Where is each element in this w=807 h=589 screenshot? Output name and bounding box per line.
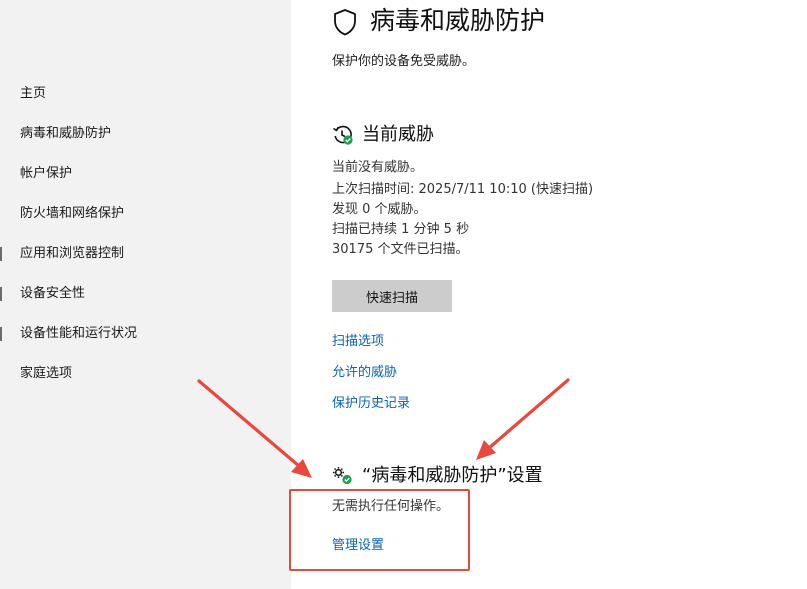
- sidebar-tick: [0, 247, 2, 261]
- page-title: 病毒和威胁防护: [370, 6, 546, 35]
- sidebar-tick: [0, 287, 2, 301]
- quick-scan-button[interactable]: 快速扫描: [332, 280, 452, 312]
- sidebar-item-device-performance[interactable]: 设备性能和运行状况: [20, 323, 137, 345]
- sidebar-item-virus-protection[interactable]: 病毒和威胁防护: [20, 123, 111, 145]
- page-subtitle: 保护你的设备免受威胁。: [332, 54, 476, 69]
- history-check-icon: [333, 125, 353, 145]
- gear-check-icon: [333, 467, 352, 485]
- sidebar-item-label: 病毒和威胁防护: [20, 126, 112, 141]
- last-scan-time: 上次扫描时间: 2025/7/11 10:10 (快速扫描): [332, 182, 594, 197]
- sidebar-tick: [0, 327, 2, 341]
- sidebar-item-firewall[interactable]: 防火墙和网络保护: [20, 203, 124, 225]
- annotation-highlight-box: [289, 489, 470, 571]
- current-threats-title: 当前威胁: [362, 124, 434, 145]
- sidebar-item-account-protection[interactable]: 帐户保护: [20, 163, 72, 185]
- sidebar-item-label: 主页: [20, 86, 47, 101]
- sidebar-item-label: 设备安全性: [20, 286, 86, 301]
- sidebar-item-label: 设备性能和运行状况: [20, 326, 138, 341]
- window-root: 主页 病毒和威胁防护 帐户保护 防火墙和网络保护 应用和浏览器控制 设备安全性 …: [0, 0, 807, 589]
- sidebar-item-family-options[interactable]: 家庭选项: [20, 363, 72, 385]
- sidebar-item-label: 防火墙和网络保护: [20, 206, 125, 221]
- scan-options-link[interactable]: 扫描选项: [332, 332, 384, 352]
- allowed-threats-link[interactable]: 允许的威胁: [332, 363, 397, 383]
- sidebar-item-label: 家庭选项: [20, 366, 73, 381]
- threats-found: 发现 0 个威胁。: [332, 202, 427, 217]
- sidebar-item-device-security[interactable]: 设备安全性: [20, 283, 85, 305]
- protection-history-link[interactable]: 保护历史记录: [332, 394, 410, 414]
- sidebar-item-label: 帐户保护: [20, 166, 73, 181]
- scan-duration: 扫描已持续 1 分钟 5 秒: [332, 222, 470, 237]
- sidebar-item-home[interactable]: 主页: [20, 83, 46, 105]
- files-scanned: 30175 个文件已扫描。: [332, 242, 469, 257]
- settings-section-title: “病毒和威胁防护”设置: [362, 465, 543, 486]
- threat-status: 当前没有威胁。: [332, 160, 424, 175]
- shield-icon: [334, 9, 356, 36]
- sidebar: 主页 病毒和威胁防护 帐户保护 防火墙和网络保护 应用和浏览器控制 设备安全性 …: [0, 0, 291, 589]
- sidebar-item-app-browser-control[interactable]: 应用和浏览器控制: [20, 243, 124, 265]
- sidebar-item-label: 应用和浏览器控制: [20, 246, 125, 261]
